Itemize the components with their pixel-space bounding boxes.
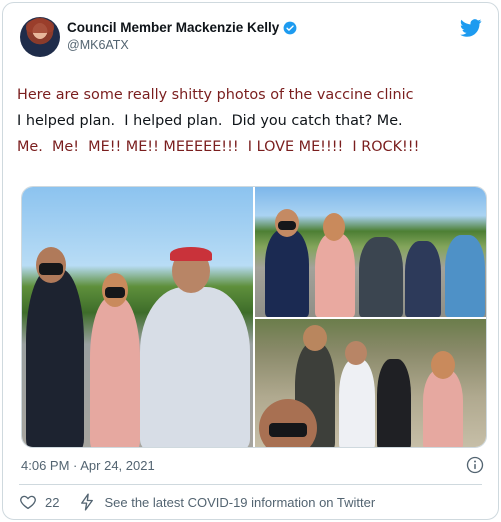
author-name-row[interactable]: Council Member Mackenzie Kelly bbox=[67, 20, 297, 35]
author-handle[interactable]: @MK6ATX bbox=[67, 38, 129, 52]
tweet-timestamp[interactable]: 4:06 PM · Apr 24, 2021 bbox=[21, 458, 155, 473]
photo-grid bbox=[21, 186, 487, 448]
tweet-text-line-1: Here are some really shitty photos of th… bbox=[17, 87, 414, 103]
avatar[interactable] bbox=[20, 17, 60, 57]
tweet-text: Here are some really shitty photos of th… bbox=[17, 82, 487, 160]
heart-icon[interactable] bbox=[19, 493, 37, 511]
lightning-bolt-icon[interactable] bbox=[79, 493, 95, 511]
like-count[interactable]: 22 bbox=[45, 495, 59, 510]
photo-group-selfie[interactable] bbox=[255, 319, 486, 447]
tweet-footer: 22 See the latest COVID-19 information o… bbox=[19, 493, 375, 511]
tweet-text-line-2: I helped plan. I helped plan. Did you ca… bbox=[17, 113, 403, 129]
photo-group-of-three[interactable] bbox=[22, 187, 253, 447]
photo-group-outdoor-line[interactable] bbox=[255, 187, 486, 317]
verified-badge-icon bbox=[283, 21, 297, 34]
twitter-bird-icon[interactable] bbox=[460, 19, 482, 37]
footer-divider bbox=[19, 484, 482, 485]
author-display-name[interactable]: Council Member Mackenzie Kelly bbox=[67, 20, 279, 35]
tweet-text-line-3: Me. Me! ME!! ME!! MEEEEE!!! I LOVE ME!!!… bbox=[17, 139, 420, 155]
covid-info-link[interactable]: See the latest COVID-19 information on T… bbox=[104, 495, 375, 510]
info-icon[interactable] bbox=[466, 456, 484, 474]
tweet-card: Council Member Mackenzie Kelly @MK6ATX H… bbox=[2, 2, 499, 520]
